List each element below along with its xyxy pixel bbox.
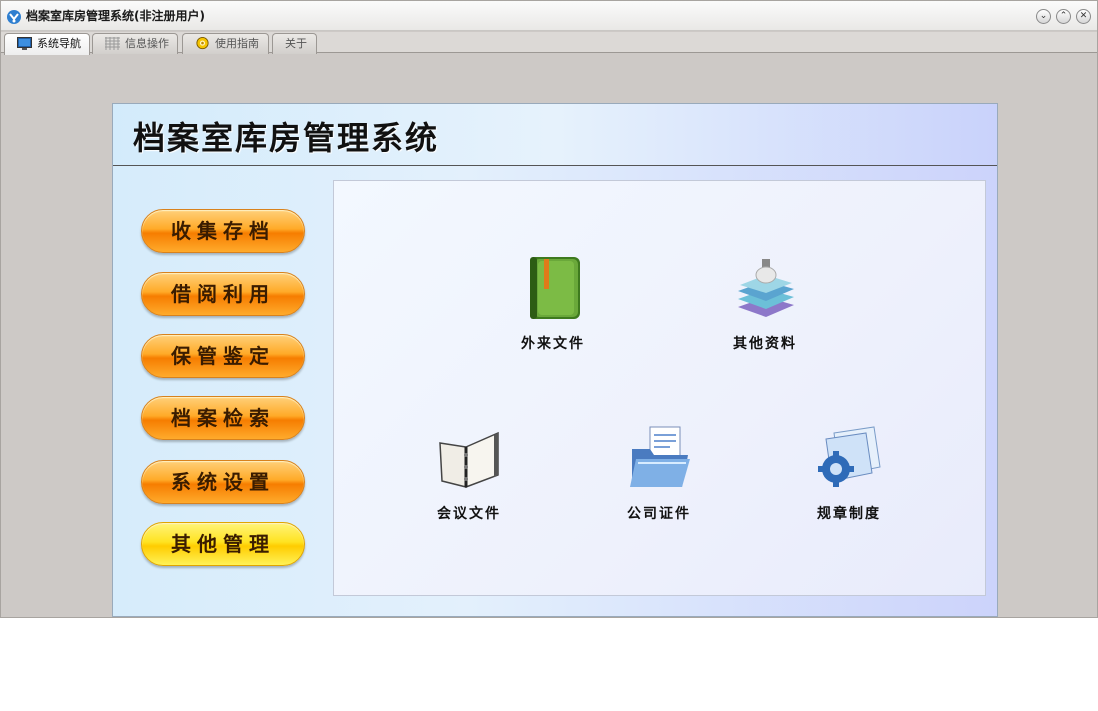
window-title: 档案室库房管理系统(非注册用户)	[26, 9, 205, 23]
rules-regulations-module[interactable]: 规章制度	[794, 425, 904, 535]
tab-label: 关于	[285, 37, 307, 50]
module-label: 外来文件	[521, 336, 585, 352]
green-book-icon	[530, 257, 580, 319]
other-materials-module[interactable]: 其他资料	[710, 255, 820, 365]
borrow-use-button[interactable]: 借阅利用	[141, 272, 305, 316]
collect-archive-button[interactable]: 收集存档	[141, 209, 305, 253]
company-certificates-module[interactable]: 公司证件	[604, 425, 714, 535]
open-binder-icon	[439, 431, 499, 489]
document-folder-icon	[630, 426, 690, 487]
module-label: 公司证件	[627, 506, 691, 522]
help-icon	[196, 37, 209, 50]
app-window: 档案室库房管理系统(非注册用户) ⌄ ⌃ ✕ 系统导航 信息操作 使用指南 关于…	[0, 0, 1098, 618]
minimize-button[interactable]: ⌄	[1036, 9, 1051, 24]
tab-system-navigation[interactable]: 系统导航	[4, 33, 90, 55]
custody-appraisal-button[interactable]: 保管鉴定	[141, 334, 305, 378]
maximize-button[interactable]: ⌃	[1056, 9, 1071, 24]
module-label: 规章制度	[817, 506, 881, 522]
settings-document-icon	[818, 426, 881, 487]
tab-label: 使用指南	[215, 37, 259, 50]
tab-about[interactable]: 关于	[272, 33, 317, 54]
meeting-documents-module[interactable]: 会议文件	[414, 425, 524, 535]
tab-label: 系统导航	[37, 37, 81, 50]
navigation-panel: 档案室库房管理系统 收集存档 借阅利用 保管鉴定 档案检索 系统设置 其他管理 …	[112, 103, 998, 617]
module-label: 其他资料	[733, 336, 797, 352]
archive-search-button[interactable]: 档案检索	[141, 396, 305, 440]
book-stack-icon	[738, 259, 794, 317]
monitor-icon	[17, 37, 32, 50]
close-button[interactable]: ✕	[1076, 9, 1091, 24]
app-logo-icon	[7, 10, 21, 24]
panel-header: 档案室库房管理系统	[113, 104, 997, 166]
external-documents-module[interactable]: 外来文件	[498, 255, 608, 365]
module-area: 外来文件 其他资料 会议文件 公司证件 规章制度	[333, 180, 986, 596]
other-management-button[interactable]: 其他管理	[141, 522, 305, 566]
system-settings-button[interactable]: 系统设置	[141, 460, 305, 504]
tab-info-operation[interactable]: 信息操作	[92, 33, 178, 54]
module-label: 会议文件	[437, 506, 501, 522]
tab-label: 信息操作	[125, 37, 169, 50]
title-bar[interactable]: 档案室库房管理系统(非注册用户) ⌄ ⌃ ✕	[1, 1, 1097, 31]
tab-user-guide[interactable]: 使用指南	[182, 33, 269, 54]
system-title: 档案室库房管理系统	[133, 119, 440, 157]
tab-bar: 系统导航 信息操作 使用指南 关于	[1, 32, 1097, 55]
grid-icon	[105, 37, 120, 50]
